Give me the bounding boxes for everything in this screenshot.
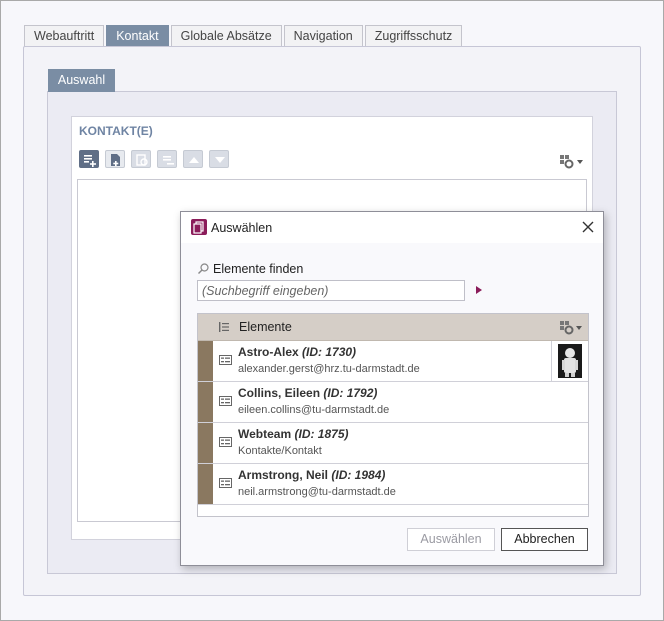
row-title: Webteam (ID: 1875) (238, 427, 349, 441)
row-marker (198, 423, 213, 463)
select-dialog: Auswählen Elemente finden Elemente (180, 211, 604, 566)
dialog-title: Auswählen (211, 221, 273, 235)
contact-icon (219, 355, 232, 365)
elements-grid: Elemente Astro-Alex (ID: 1730) alexander… (197, 313, 589, 517)
add-document-icon (111, 154, 120, 166)
grid-settings-button[interactable] (559, 320, 585, 336)
main-tab-bar: Webauftritt Kontakt Globale Absätze Navi… (24, 25, 464, 48)
table-icon (219, 322, 229, 332)
tab-globale-absaetze[interactable]: Globale Absätze (170, 25, 282, 47)
cancel-button[interactable]: Abbrechen (501, 528, 588, 551)
tab-auswahl[interactable]: Auswahl (48, 69, 115, 92)
move-down-button[interactable] (209, 150, 229, 168)
move-up-button[interactable] (183, 150, 203, 168)
list-item[interactable]: Astro-Alex (ID: 1730) alexander.gerst@hr… (198, 341, 588, 382)
list-item[interactable]: Armstrong, Neil (ID: 1984) neil.armstron… (198, 464, 588, 505)
section-title: KONTAKT(E) (79, 124, 153, 138)
contact-icon (219, 478, 232, 488)
document-stack-icon (191, 219, 207, 235)
row-subtitle: alexander.gerst@hrz.tu-darmstadt.de (238, 363, 420, 375)
tab-kontakt[interactable]: Kontakt (106, 25, 169, 48)
row-marker (198, 464, 213, 504)
edit-link-icon (136, 154, 148, 166)
search-input[interactable] (197, 280, 465, 301)
list-item[interactable]: Webteam (ID: 1875) Kontakte/Kontakt (198, 423, 588, 464)
edit-link-button[interactable] (131, 150, 151, 168)
grid-header: Elemente (198, 314, 588, 341)
row-subtitle: Kontakte/Kontakt (238, 445, 322, 457)
search-icon (198, 263, 209, 274)
tab-webauftritt[interactable]: Webauftritt (24, 25, 105, 47)
add-list-button[interactable] (79, 150, 99, 168)
row-title: Astro-Alex (ID: 1730) (238, 345, 357, 359)
row-title: Collins, Eileen (ID: 1792) (238, 386, 378, 400)
contact-icon (219, 396, 232, 406)
gear-icon (560, 321, 582, 335)
row-subtitle: neil.armstrong@tu-darmstadt.de (238, 486, 396, 498)
settings-menu-button[interactable] (559, 153, 587, 171)
search-go-icon[interactable] (475, 285, 483, 295)
list-item[interactable]: Collins, Eileen (ID: 1792) eileen.collin… (198, 382, 588, 423)
grid-header-label: Elemente (239, 320, 292, 334)
contact-icon (219, 437, 232, 447)
astronaut-thumbnail (551, 341, 588, 381)
row-marker (198, 382, 213, 422)
arrow-down-icon (215, 157, 225, 163)
arrow-up-icon (189, 157, 199, 163)
row-title: Armstrong, Neil (ID: 1984) (238, 468, 386, 482)
row-marker (198, 341, 213, 381)
add-list-icon (84, 155, 96, 167)
add-document-button[interactable] (105, 150, 125, 168)
gear-icon (560, 155, 583, 169)
remove-button[interactable] (157, 150, 177, 168)
close-button[interactable] (580, 219, 596, 235)
find-elements-label: Elemente finden (213, 262, 304, 276)
close-icon (582, 221, 594, 233)
dialog-header: Auswählen (181, 212, 603, 243)
tab-navigation[interactable]: Navigation (283, 25, 363, 47)
row-subtitle: eileen.collins@tu-darmstadt.de (238, 404, 390, 416)
remove-icon (163, 156, 174, 165)
select-button[interactable]: Auswählen (407, 528, 495, 551)
tab-zugriffsschutz[interactable]: Zugriffsschutz (364, 25, 463, 47)
